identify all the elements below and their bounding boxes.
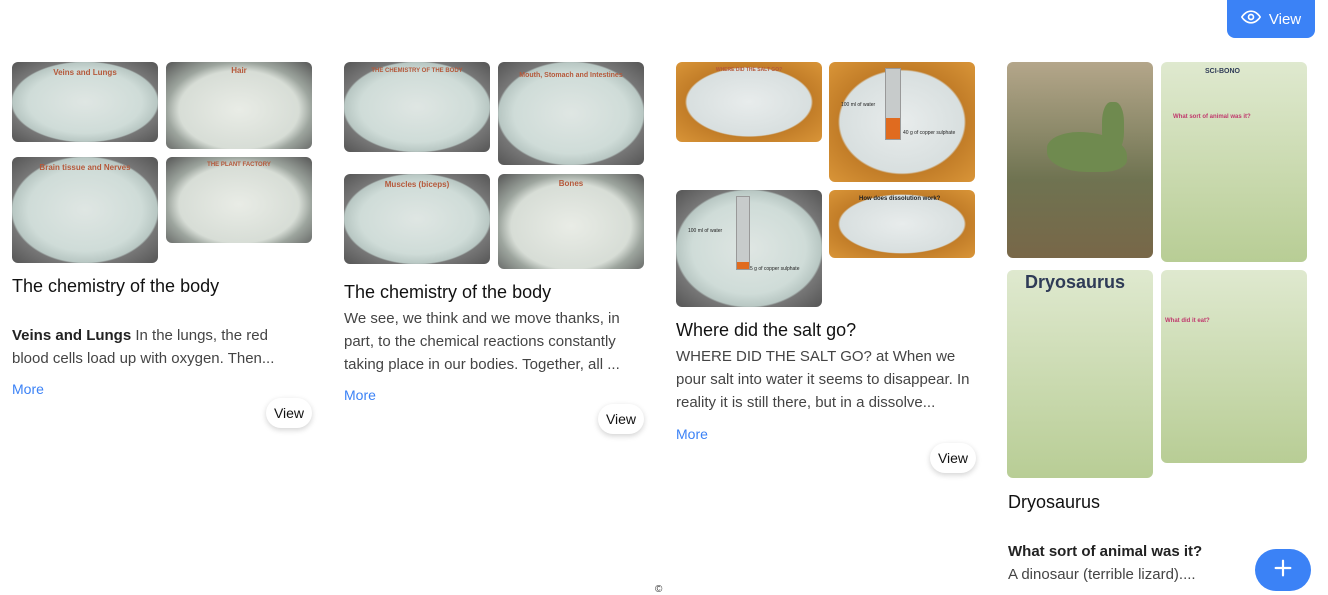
thumbnail-muscles[interactable]: Muscles (biceps) bbox=[344, 174, 490, 264]
eye-icon bbox=[1240, 7, 1262, 31]
card-title: Dryosaurus bbox=[1008, 492, 1101, 512]
thumbnail-bones[interactable]: Bones bbox=[498, 174, 644, 269]
thumbnail-label: Muscles (biceps) bbox=[384, 180, 450, 189]
thumbnail-copper-5g[interactable]: 100 ml of water 5 g of copper sulphate bbox=[676, 190, 822, 307]
thumbnail-plant-factory[interactable]: THE PLANT FACTORY bbox=[166, 157, 312, 243]
card-view-button[interactable]: View bbox=[266, 398, 312, 428]
thumbnail-mouth-stomach[interactable]: Mouth, Stomach and Intestines bbox=[498, 62, 644, 165]
thumbnail-veins-and-lungs[interactable]: Veins and Lungs bbox=[12, 62, 158, 142]
thumbnail-label: What sort of animal was it? bbox=[1173, 114, 1251, 120]
card-view-button[interactable]: View bbox=[930, 443, 976, 473]
thumbnail-label: 5 g of copper sulphate bbox=[750, 266, 800, 272]
card-description: What sort of animal was it? A dinosaur (t… bbox=[1008, 540, 1238, 586]
more-link[interactable]: More bbox=[676, 426, 708, 442]
more-link[interactable]: More bbox=[12, 381, 44, 397]
thumbnail-label: 40 g of copper sulphate bbox=[903, 130, 956, 136]
thumbnail-label: Brain tissue and Nerves bbox=[39, 163, 131, 172]
dinosaur-neck bbox=[1102, 102, 1124, 152]
thumbnail-label: WHERE DID THE SALT GO? bbox=[715, 67, 783, 73]
card-description: Veins and Lungs In the lungs, the red bl… bbox=[12, 324, 302, 370]
thumbnail-label: THE PLANT FACTORY bbox=[207, 162, 271, 168]
thumbnail-dryosaurus-board[interactable]: Dryosaurus bbox=[1007, 270, 1153, 478]
card-view-button[interactable]: View bbox=[598, 404, 644, 434]
thumbnail-label: Hair bbox=[231, 66, 247, 75]
thumbnail-chemistry-of-body[interactable]: THE CHEMISTRY OF THE BODY bbox=[344, 62, 490, 152]
test-tube-icon bbox=[736, 196, 750, 270]
thumbnail-label: Dryosaurus bbox=[1025, 272, 1126, 292]
thumbnail-label: SCI-BONO bbox=[1205, 68, 1240, 75]
card-description-bold: Veins and Lungs bbox=[12, 327, 132, 344]
copyright: © bbox=[655, 584, 663, 595]
thumbnail-label: Veins and Lungs bbox=[53, 68, 117, 77]
card-description-text: A dinosaur (terrible lizard).... bbox=[1008, 566, 1196, 583]
thumbnail-where-did-salt-go[interactable]: WHERE DID THE SALT GO? bbox=[676, 62, 822, 142]
thumbnail-label: What did it eat? bbox=[1165, 318, 1210, 324]
view-button[interactable]: View bbox=[1227, 0, 1315, 38]
card-description: We see, we think and we move thanks, in … bbox=[344, 310, 620, 373]
card-title: The chemistry of the body bbox=[344, 282, 552, 302]
thumbnail-diet-board[interactable]: What did it eat? bbox=[1161, 270, 1307, 463]
test-tube-icon bbox=[885, 68, 901, 140]
thumbnail-info-board[interactable]: SCI-BONO What sort of animal was it? bbox=[1161, 62, 1307, 262]
thumbnail-label: How does dissolution work? bbox=[859, 196, 941, 202]
plus-icon bbox=[1272, 557, 1294, 584]
add-button[interactable] bbox=[1255, 549, 1311, 591]
view-button-label: View bbox=[1268, 10, 1302, 28]
more-link[interactable]: More bbox=[344, 387, 376, 403]
thumbnail-label: 100 ml of water bbox=[688, 228, 723, 234]
thumbnail-label: Bones bbox=[558, 179, 584, 188]
thumbnail-hair[interactable]: Hair bbox=[166, 62, 312, 149]
thumbnail-label: 100 ml of water bbox=[841, 102, 876, 108]
thumbnail-copper-40g[interactable]: 100 ml of water 40 g of copper sulphate bbox=[829, 62, 975, 182]
thumbnail-label: THE CHEMISTRY OF THE BODY bbox=[371, 68, 463, 74]
card-title: The chemistry of the body bbox=[12, 276, 220, 296]
card-description: WHERE DID THE SALT GO? at When we pour s… bbox=[676, 348, 970, 411]
card-title: Where did the salt go? bbox=[676, 320, 857, 340]
thumbnail-brain-tissue[interactable]: Brain tissue and Nerves bbox=[12, 157, 158, 263]
thumbnail-label: Mouth, Stomach and Intestines bbox=[519, 72, 623, 79]
thumbnail-dinosaur-statue[interactable] bbox=[1007, 62, 1153, 258]
card-description-bold: What sort of animal was it? bbox=[1008, 543, 1203, 560]
thumbnail-dissolution[interactable]: How does dissolution work? bbox=[829, 190, 975, 258]
